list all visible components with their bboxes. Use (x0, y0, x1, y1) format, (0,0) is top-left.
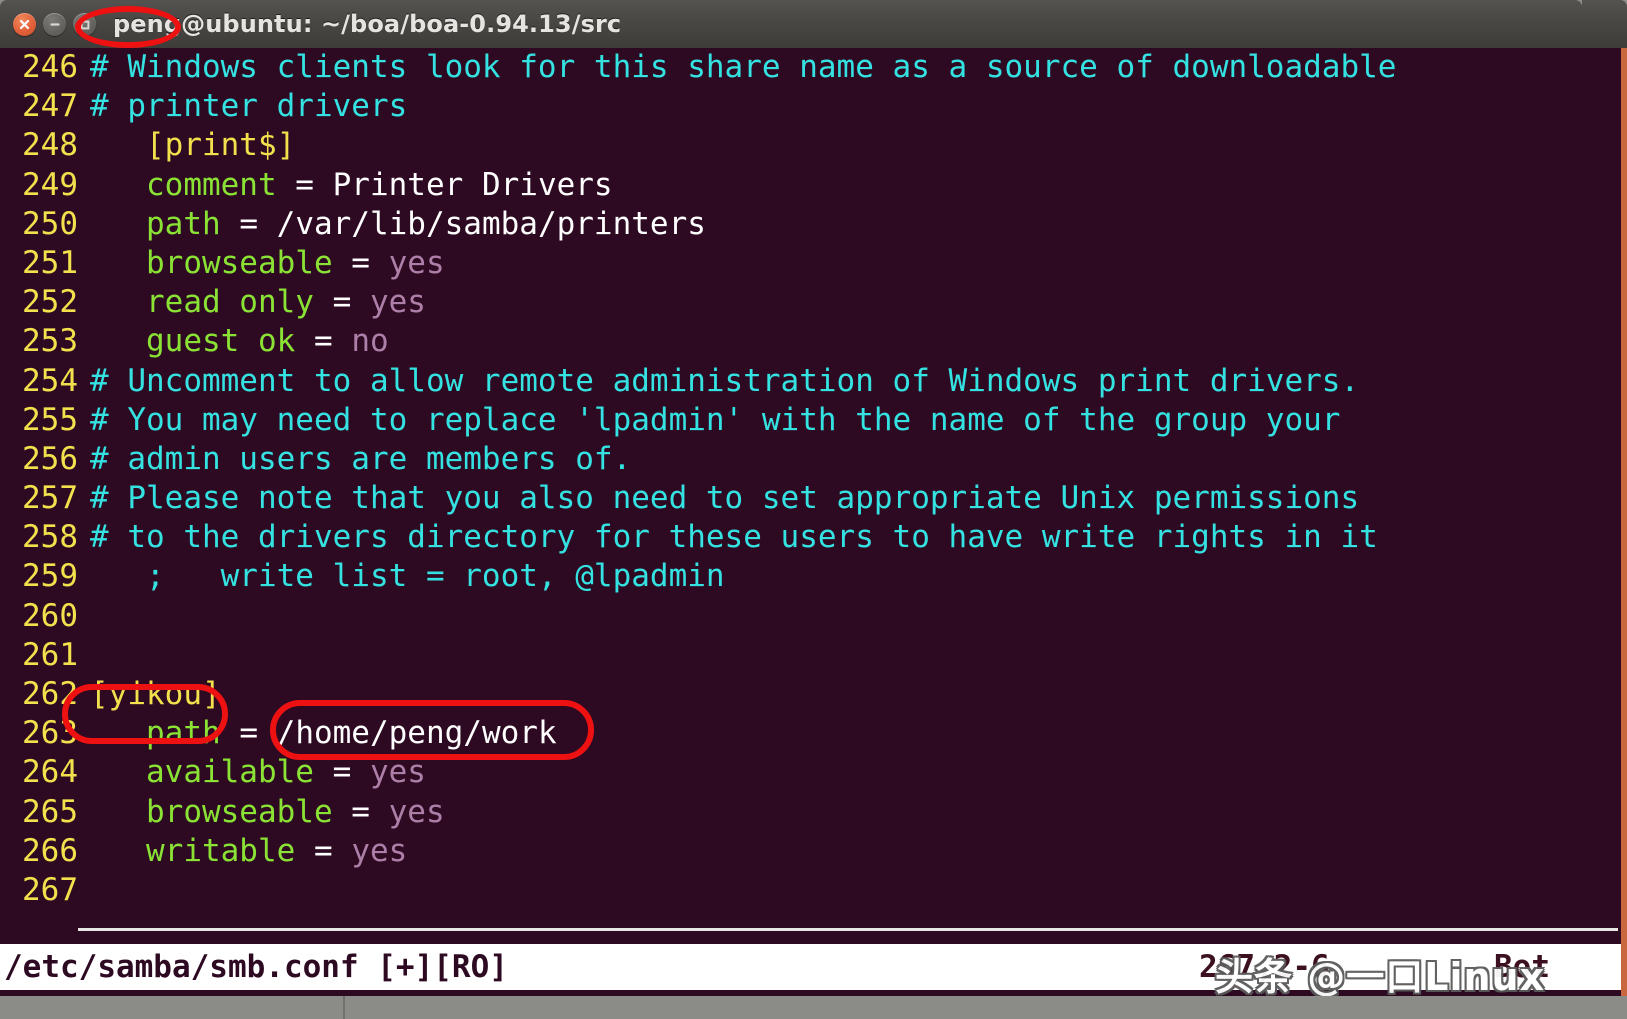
line-number: 246 (0, 48, 78, 87)
code-token-key: guest ok (90, 323, 295, 359)
code-token-key: read only (90, 284, 314, 320)
code-token-key: available (90, 754, 314, 790)
code-token-op: = (333, 245, 389, 281)
code-line: 247 # printer drivers (0, 87, 1621, 126)
code-token-key: comment (90, 167, 277, 203)
code-token-comment: # admin users are members of. (90, 441, 631, 477)
code-token-key: path (90, 715, 221, 751)
code-token-comment: # printer drivers (90, 88, 407, 124)
close-icon[interactable] (13, 13, 36, 36)
window-titlebar[interactable]: peng@ubuntu: ~/boa/boa-0.94.13/src (0, 0, 1582, 48)
code-token-comment: # to the drivers directory for these use… (90, 519, 1378, 555)
line-number: 253 (0, 322, 78, 361)
code-token-bool: yes (370, 754, 426, 790)
code-line: 250 path = /var/lib/samba/printers (0, 205, 1621, 244)
code-token-comment: # Windows clients look for this share na… (90, 49, 1396, 85)
line-number: 260 (0, 597, 78, 636)
code-token-comment: ; write list = root, @lpadmin (90, 558, 725, 594)
code-line: 261 (0, 636, 1621, 675)
line-number: 250 (0, 205, 78, 244)
line-number: 249 (0, 166, 78, 205)
line-number: 248 (0, 126, 78, 165)
line-number: 254 (0, 362, 78, 401)
minimize-icon[interactable] (43, 13, 66, 36)
terminal-window: peng@ubuntu: ~/boa/boa-0.94.13/src 246 # … (0, 0, 1627, 1019)
vim-cursor (78, 928, 1618, 931)
code-token-key: writable (90, 833, 295, 869)
code-token-val: /home/peng/work (277, 715, 557, 751)
terminal-content-area[interactable]: 246 # Windows clients look for this share… (0, 48, 1621, 996)
code-token-section: [yikou] (90, 676, 221, 712)
code-line: 263 path = /home/peng/work (0, 714, 1621, 753)
status-cursor-position: 267,2-6 (1199, 944, 1330, 990)
code-line: 256 # admin users are members of. (0, 440, 1621, 479)
code-token-op: = (333, 794, 389, 830)
line-number: 252 (0, 283, 78, 322)
code-token-op: = (314, 284, 370, 320)
code-line: 266 writable = yes (0, 832, 1621, 871)
code-line: 254 # Uncomment to allow remote administr… (0, 362, 1621, 401)
vim-buffer[interactable]: 246 # Windows clients look for this share… (0, 48, 1621, 910)
status-scroll-indicator: Bot (1494, 944, 1550, 990)
code-line: 252 read only = yes (0, 283, 1621, 322)
code-line: 251 browseable = yes (0, 244, 1621, 283)
code-token-comment: # Uncomment to allow remote administrati… (90, 363, 1359, 399)
line-number: 256 (0, 440, 78, 479)
code-token-key: browseable (90, 794, 333, 830)
vim-command-line[interactable] (0, 990, 1621, 996)
code-line: 262 [yikou] (0, 675, 1621, 714)
window-controls (13, 13, 96, 36)
line-number: 255 (0, 401, 78, 440)
line-number: 259 (0, 557, 78, 596)
code-token-bool: yes (389, 794, 445, 830)
code-token-op: = (295, 323, 351, 359)
maximize-icon[interactable] (73, 13, 96, 36)
window-title: peng@ubuntu: ~/boa/boa-0.94.13/src (113, 0, 621, 48)
code-token-comment: # You may need to replace 'lpadmin' with… (90, 402, 1340, 438)
line-number: 247 (0, 87, 78, 126)
code-token-key: browseable (90, 245, 333, 281)
line-number: 267 (0, 871, 78, 910)
line-number: 263 (0, 714, 78, 753)
status-filename: /etc/samba/smb.conf [+][RO] (4, 944, 508, 990)
code-token-bool: yes (351, 833, 407, 869)
code-token-op: = (277, 167, 333, 203)
code-line: 246 # Windows clients look for this share… (0, 48, 1621, 87)
line-number: 264 (0, 753, 78, 792)
code-line: 260 (0, 597, 1621, 636)
code-line: 265 browseable = yes (0, 793, 1621, 832)
code-line: 253 guest ok = no (0, 322, 1621, 361)
code-token-op: = (314, 754, 370, 790)
code-token-bool: yes (370, 284, 426, 320)
line-number: 262 (0, 675, 78, 714)
line-number: 261 (0, 636, 78, 675)
code-token-op: = (221, 206, 277, 242)
code-line: 249 comment = Printer Drivers (0, 166, 1621, 205)
vim-status-line: /etc/samba/smb.conf [+][RO] 267,2-6 Bot (0, 944, 1621, 990)
code-token-op: = (295, 833, 351, 869)
code-token-val: /var/lib/samba/printers (277, 206, 706, 242)
code-token-bool: no (351, 323, 388, 359)
line-number: 251 (0, 244, 78, 283)
code-line: 257 # Please note that you also need to s… (0, 479, 1621, 518)
code-token-op: = (221, 715, 277, 751)
line-number: 257 (0, 479, 78, 518)
code-token-bool: yes (389, 245, 445, 281)
code-token-section: [print$] (90, 127, 295, 163)
code-line: 258 # to the drivers directory for these … (0, 518, 1621, 557)
line-number: 266 (0, 832, 78, 871)
line-number: 258 (0, 518, 78, 557)
code-token-val: Printer Drivers (333, 167, 613, 203)
code-token-comment: # Please note that you also need to set … (90, 480, 1359, 516)
code-line: 259 ; write list = root, @lpadmin (0, 557, 1621, 596)
code-line: 267 (0, 871, 1621, 910)
code-line: 264 available = yes (0, 753, 1621, 792)
line-number: 265 (0, 793, 78, 832)
code-token-key: path (90, 206, 221, 242)
titlebar-right-cap (1582, 0, 1627, 48)
code-line: 255 # You may need to replace 'lpadmin' w… (0, 401, 1621, 440)
code-line: 248 [print$] (0, 126, 1621, 165)
